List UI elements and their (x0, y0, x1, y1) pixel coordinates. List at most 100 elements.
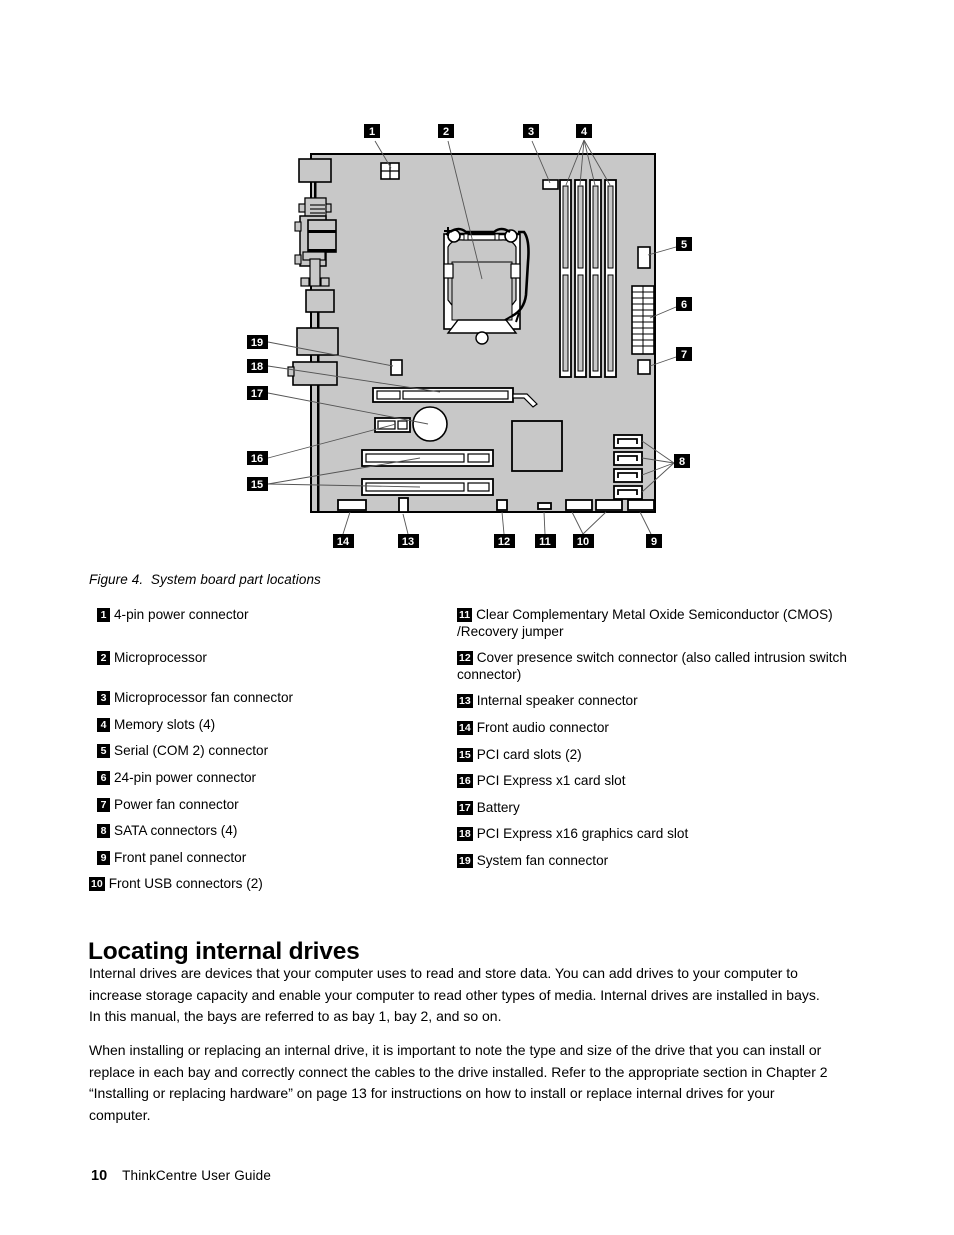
callout-7: 7 (676, 347, 692, 361)
svg-text:16: 16 (251, 453, 263, 465)
legend-label-15: PCI card slots (2) (476, 746, 582, 762)
legend-label-6: 24-pin power connector (114, 769, 257, 785)
legend-badge-6: 6 (97, 770, 110, 785)
footer-document-title: ThinkCentre User Guide (122, 1168, 272, 1183)
connector-cover-presence-switch (496, 499, 508, 511)
connector-front-panel (627, 499, 655, 511)
callout-14: 14 (333, 534, 354, 548)
legend-item-12: 12 Cover presence switch connector (also … (457, 650, 877, 683)
legend-label-12: Cover presence switch connector (also ca… (457, 650, 847, 682)
legend-item-10: 10 Front USB connectors (2) (89, 876, 457, 893)
legend-badge-13: 13 (457, 694, 473, 709)
legend-label-17: Battery (476, 799, 520, 815)
microprocessor-socket (443, 227, 530, 345)
callout-4: 4 (576, 124, 592, 138)
connector-power-fan (637, 359, 651, 375)
legend-badge-5: 5 (97, 744, 110, 759)
callout-19: 19 (247, 335, 268, 349)
jumper-clear-cmos (537, 502, 552, 510)
legend-badge-11: 11 (457, 608, 473, 622)
connector-front-usb-2 (595, 499, 623, 511)
svg-text:11: 11 (539, 536, 551, 548)
legend-label-9: Front panel connector (114, 849, 247, 865)
legend-badge-19: 19 (457, 853, 473, 868)
legend-label-8: SATA connectors (4) (114, 823, 238, 839)
callout-18: 18 (247, 359, 268, 373)
legend-badge-7: 7 (97, 797, 110, 812)
svg-text:14: 14 (337, 536, 350, 548)
chipset-block (511, 420, 563, 472)
legend-label-7: Power fan connector (114, 796, 239, 812)
legend-badge-1: 1 (97, 608, 110, 622)
legend-badge-10: 10 (89, 877, 105, 892)
system-board-diagram: 1 2 3 4 5 6 7 8 9 10 11 12 13 14 15 16 1… (247, 124, 692, 548)
figure-system-board: 1 2 3 4 5 6 7 8 9 10 11 12 13 14 15 16 1… (0, 0, 954, 560)
legend-badge-3: 3 (97, 691, 110, 706)
legend-badge-15: 15 (457, 747, 473, 762)
callout-9: 9 (646, 534, 662, 548)
legend-item-8: 8 SATA connectors (4) (97, 823, 457, 840)
legend-label-4: Memory slots (4) (114, 716, 216, 732)
svg-text:18: 18 (251, 361, 263, 373)
legend-badge-14: 14 (457, 720, 473, 735)
connector-24pin-power (631, 285, 655, 355)
svg-text:10: 10 (577, 536, 589, 548)
legend-item-2: 2 Microprocessor (97, 650, 457, 667)
legend-badge-8: 8 (97, 824, 110, 839)
svg-text:9: 9 (651, 536, 657, 548)
battery (412, 406, 448, 442)
legend-badge-12: 12 (457, 651, 473, 666)
svg-text:3: 3 (528, 126, 534, 138)
connector-system-fan (390, 359, 403, 376)
callout-16: 16 (247, 451, 268, 465)
legend-item-7: 7 Power fan connector (97, 797, 457, 814)
connector-cpu-fan (542, 179, 559, 190)
figure-caption: Figure 4. System board part locations (89, 572, 321, 587)
legend-item-5: 5 Serial (COM 2) connector (97, 743, 457, 760)
svg-text:2: 2 (443, 126, 449, 138)
legend-column-left: 1 4-pin power connector 2 Microprocessor 3… (89, 607, 457, 903)
svg-text:1: 1 (369, 126, 375, 138)
legend-label-13: Internal speaker connector (476, 693, 638, 709)
svg-text:6: 6 (681, 299, 687, 311)
legend-badge-17: 17 (457, 800, 473, 815)
legend-badge-16: 16 (457, 774, 473, 789)
legend-item-19: 19 System fan connector (457, 853, 877, 870)
legend-label-2: Microprocessor (114, 649, 207, 665)
legend-item-9: 9 Front panel connector (97, 850, 457, 867)
callout-13: 13 (398, 534, 419, 548)
legend-item-6: 6 24-pin power connector (97, 770, 457, 787)
callout-12: 12 (494, 534, 515, 548)
svg-text:12: 12 (498, 536, 510, 548)
callout-11: 11 (535, 534, 556, 548)
footer-page-number: 10 (91, 1168, 108, 1184)
callout-8: 8 (674, 454, 690, 468)
legend-label-11: Clear Complementary Metal Oxide Semicond… (457, 607, 833, 639)
connector-internal-speaker (398, 497, 409, 513)
connector-front-audio (337, 499, 367, 511)
legend-label-5: Serial (COM 2) connector (114, 743, 269, 759)
callout-1: 1 (364, 124, 380, 138)
callout-17: 17 (247, 386, 268, 400)
legend-badge-4: 4 (97, 717, 110, 732)
callout-2: 2 (438, 124, 454, 138)
svg-text:8: 8 (679, 456, 685, 468)
legend-item-17: 17 Battery (457, 800, 877, 817)
legend-label-18: PCI Express x16 graphics card slot (476, 826, 689, 842)
svg-text:13: 13 (402, 536, 414, 548)
legend-item-1: 1 4-pin power connector (97, 607, 457, 624)
connector-front-usb-1 (565, 499, 593, 511)
callout-5: 5 (676, 237, 692, 251)
legend-badge-18: 18 (457, 827, 473, 842)
legend-badge-2: 2 (97, 650, 110, 665)
connector-serial-com2 (637, 246, 651, 269)
svg-text:15: 15 (251, 479, 263, 491)
svg-text:17: 17 (251, 388, 263, 400)
legend-label-10: Front USB connectors (2) (108, 876, 263, 892)
legend-item-16: 16 PCI Express x1 card slot (457, 773, 877, 790)
page-footer: 10 ThinkCentre User Guide (91, 1168, 271, 1184)
callout-15: 15 (247, 477, 268, 491)
legend-item-3: 3 Microprocessor fan connector (97, 690, 457, 707)
legend-label-3: Microprocessor fan connector (114, 690, 294, 706)
legend-item-11: 11 Clear Complementary Metal Oxide Semico… (457, 607, 877, 640)
